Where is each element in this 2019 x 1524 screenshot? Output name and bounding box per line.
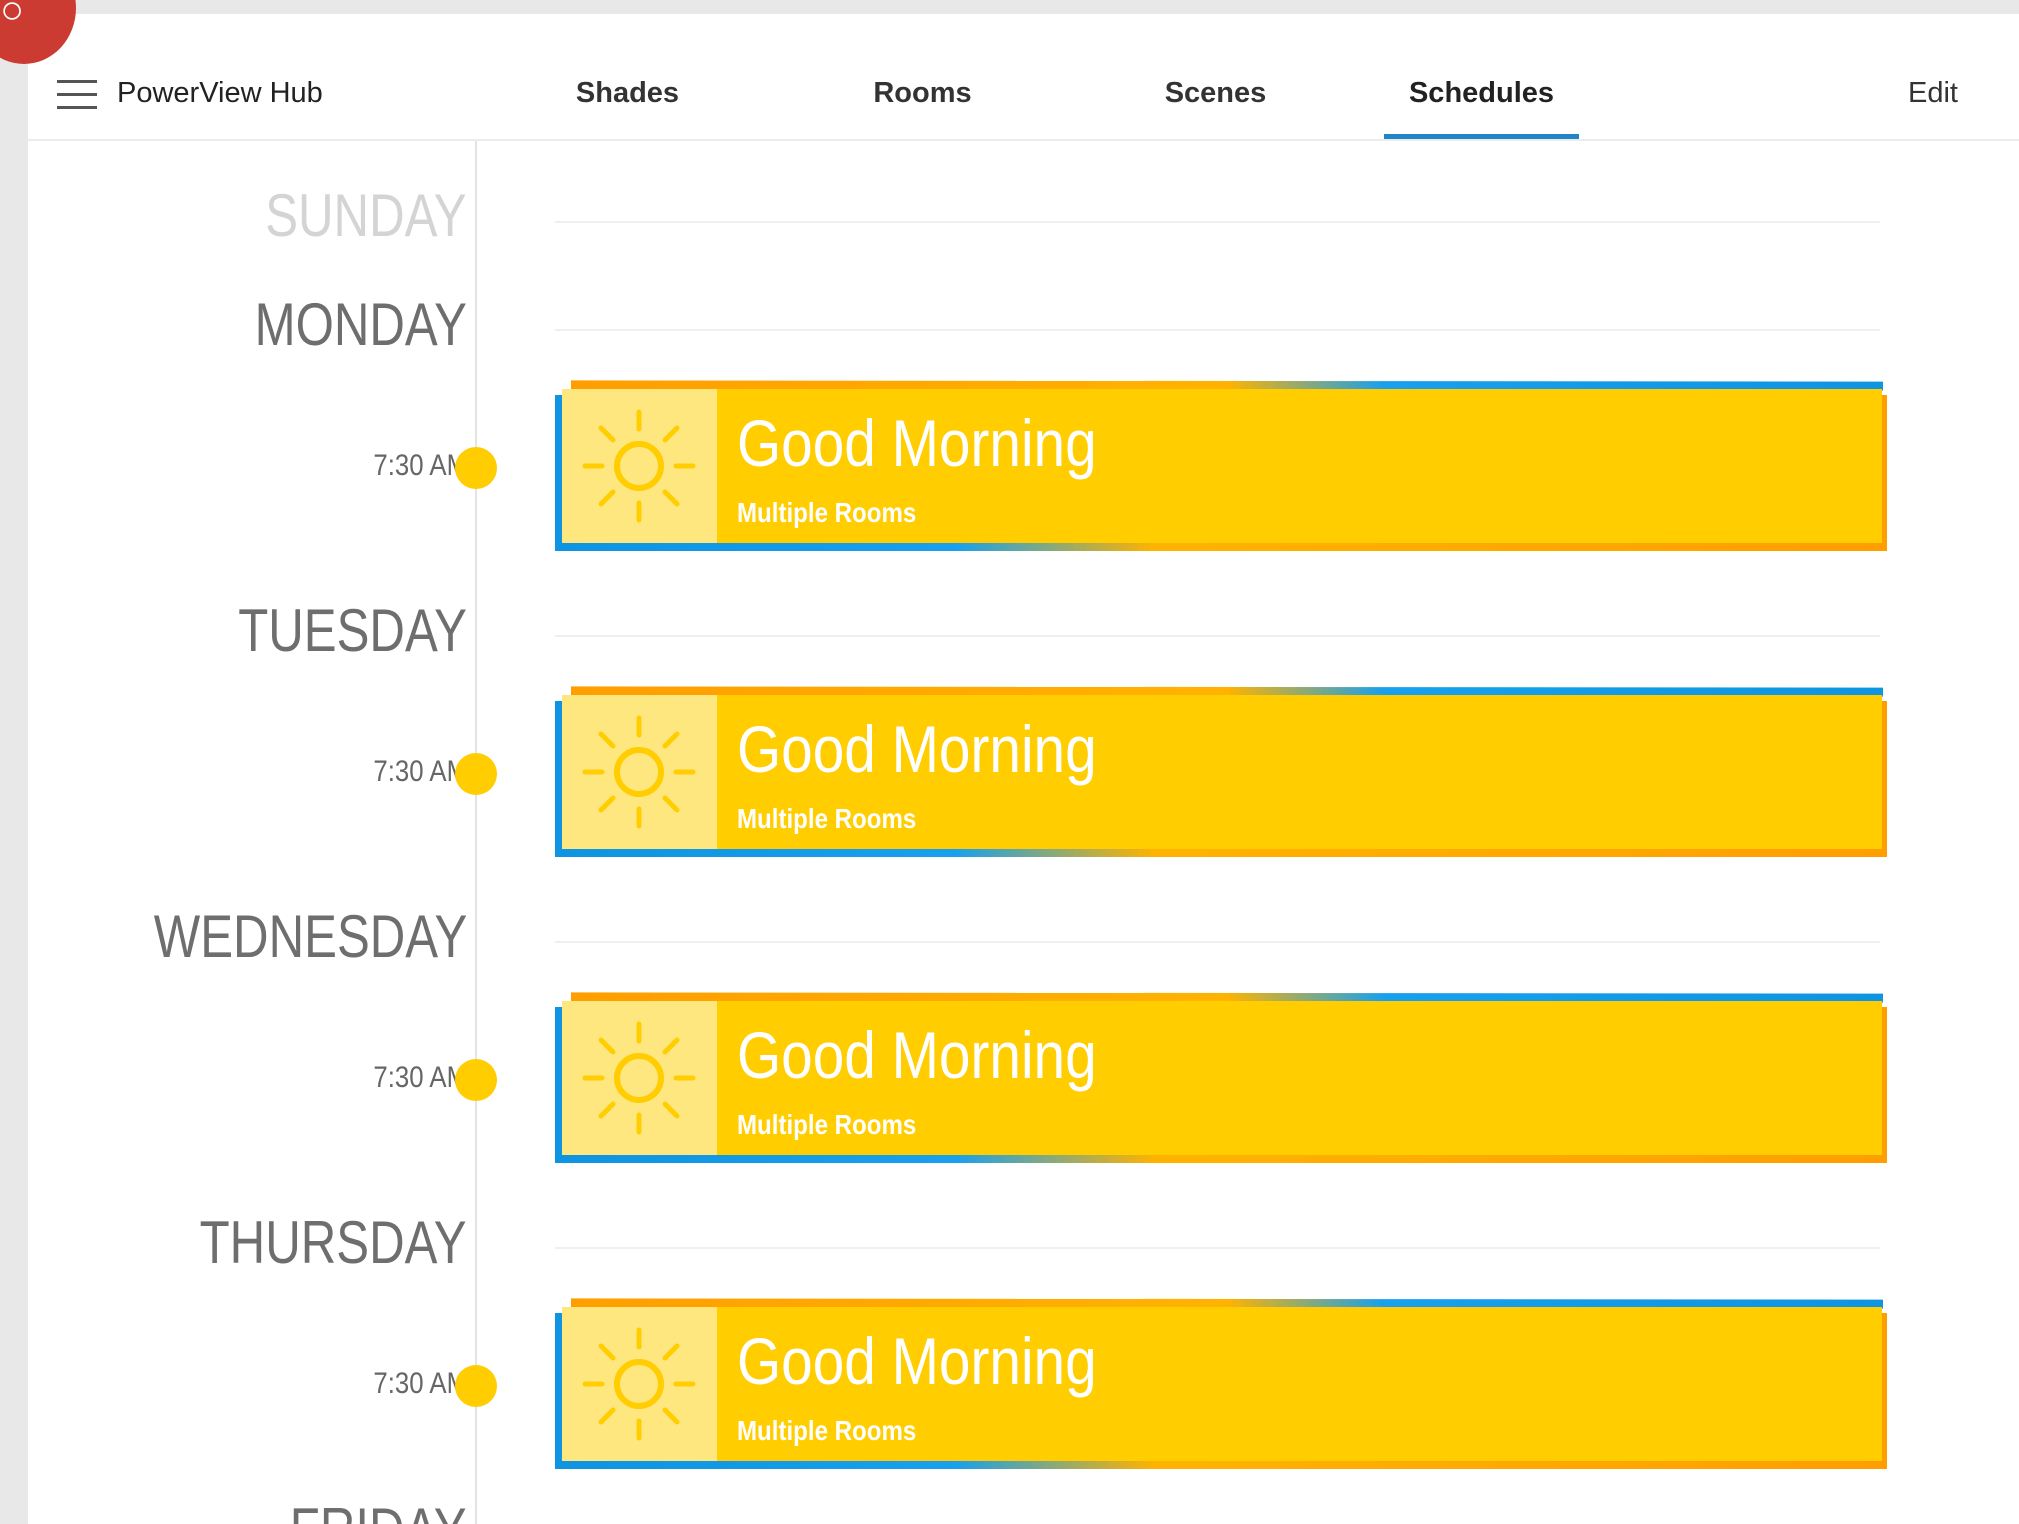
top-nav-bar: PowerView Hub Shades Rooms Scenes Schedu… bbox=[28, 14, 2019, 141]
day-divider bbox=[555, 329, 1880, 331]
timeline-dot bbox=[455, 753, 497, 795]
hub-title: PowerView Hub bbox=[117, 77, 323, 109]
schedule-card[interactable]: Good Morning Multiple Rooms bbox=[555, 1298, 1887, 1469]
day-divider bbox=[555, 1247, 1880, 1249]
event-time: 7:30 AM bbox=[373, 755, 468, 788]
tab-schedules[interactable]: Schedules bbox=[1384, 77, 1579, 110]
day-label-sunday: SUNDAY bbox=[265, 182, 467, 249]
schedule-timeline[interactable]: SUNDAY MONDAY 7:30 AM Good Morning Multi… bbox=[28, 141, 2019, 1524]
scene-title: Good Morning bbox=[737, 1324, 1097, 1398]
event-time: 7:30 AM bbox=[373, 449, 468, 482]
day-label-friday: FRIDAY bbox=[290, 1495, 467, 1524]
day-divider bbox=[555, 221, 1880, 223]
sun-icon bbox=[562, 389, 717, 543]
day-label-thursday: THURSDAY bbox=[200, 1209, 467, 1276]
event-time: 7:30 AM bbox=[373, 1061, 468, 1094]
timeline-dot bbox=[455, 1365, 497, 1407]
sun-icon bbox=[562, 695, 717, 849]
scene-title: Good Morning bbox=[737, 1018, 1097, 1092]
hamburger-menu-icon[interactable] bbox=[57, 80, 97, 110]
sun-icon bbox=[562, 1001, 717, 1155]
app-window: PowerView Hub Shades Rooms Scenes Schedu… bbox=[28, 14, 2019, 1524]
scene-rooms: Multiple Rooms bbox=[737, 497, 917, 528]
schedule-card[interactable]: Good Morning Multiple Rooms bbox=[555, 992, 1887, 1163]
scene-rooms: Multiple Rooms bbox=[737, 1415, 917, 1446]
timeline-line bbox=[475, 141, 477, 1524]
scene-rooms: Multiple Rooms bbox=[737, 803, 917, 834]
tab-scenes[interactable]: Scenes bbox=[1138, 77, 1293, 110]
timeline-dot bbox=[455, 447, 497, 489]
timeline-dot bbox=[455, 1059, 497, 1101]
edit-button[interactable]: Edit bbox=[1908, 77, 1958, 110]
scene-rooms: Multiple Rooms bbox=[737, 1109, 917, 1140]
scene-title: Good Morning bbox=[737, 712, 1097, 786]
schedule-card[interactable]: Good Morning Multiple Rooms bbox=[555, 380, 1887, 551]
day-divider bbox=[555, 941, 1880, 943]
day-label-monday: MONDAY bbox=[254, 291, 467, 358]
day-label-tuesday: TUESDAY bbox=[238, 597, 467, 664]
schedule-card[interactable]: Good Morning Multiple Rooms bbox=[555, 686, 1887, 857]
day-divider bbox=[555, 635, 1880, 637]
tab-shades[interactable]: Shades bbox=[555, 77, 700, 110]
tab-rooms[interactable]: Rooms bbox=[850, 77, 995, 110]
scene-title: Good Morning bbox=[737, 406, 1097, 480]
event-time: 7:30 AM bbox=[373, 1367, 468, 1400]
sun-icon bbox=[562, 1307, 717, 1461]
day-label-wednesday: WEDNESDAY bbox=[153, 903, 467, 970]
active-tab-indicator bbox=[1384, 134, 1579, 139]
